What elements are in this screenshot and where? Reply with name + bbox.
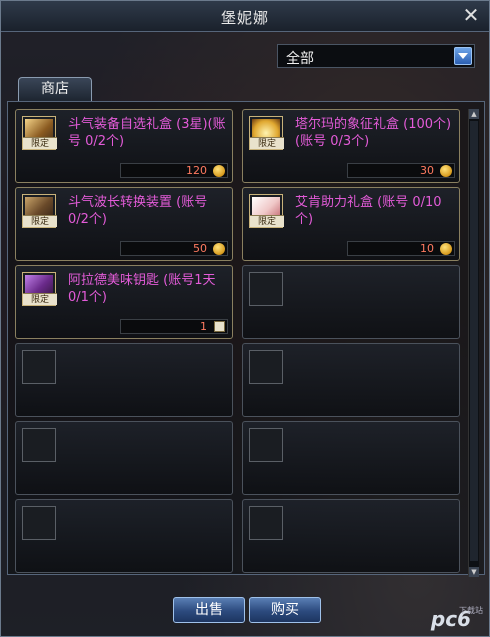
scrollbar[interactable]: ▲ ▼ bbox=[468, 109, 479, 577]
item-icon: 限定 bbox=[22, 272, 57, 306]
key-icon bbox=[214, 321, 225, 332]
limited-badge: 限定 bbox=[23, 293, 57, 305]
price-box: 10 bbox=[347, 241, 455, 256]
empty-icon-frame bbox=[249, 428, 283, 462]
chevron-down-icon[interactable] bbox=[454, 47, 472, 65]
item-name: 斗气装备自选礼盒 (3星)(账号 0/2个) bbox=[68, 117, 226, 149]
item-icon: 限定 bbox=[249, 116, 284, 150]
empty-slot[interactable] bbox=[242, 421, 460, 495]
empty-slot[interactable] bbox=[242, 343, 460, 417]
category-dropdown[interactable]: 全部 bbox=[277, 44, 475, 68]
close-icon[interactable]: ✕ bbox=[461, 5, 481, 26]
limited-badge: 限定 bbox=[23, 137, 57, 149]
item-name: 阿拉德美味钥匙 (账号1天 0/1个) bbox=[68, 273, 216, 305]
item-name: 艾肯助力礼盒 (账号 0/10个) bbox=[295, 195, 442, 227]
empty-icon-frame bbox=[249, 272, 283, 306]
price-box: 1 bbox=[120, 319, 228, 334]
coin-icon bbox=[440, 165, 452, 177]
empty-slot[interactable] bbox=[15, 343, 233, 417]
empty-icon-frame bbox=[249, 350, 283, 384]
limited-badge: 限定 bbox=[250, 137, 284, 149]
coin-icon bbox=[213, 165, 225, 177]
watermark-sub: 下载站 bbox=[459, 606, 483, 615]
window-title: 堡妮娜 bbox=[220, 9, 269, 27]
coin-icon bbox=[213, 243, 225, 255]
shop-item-slot[interactable]: 限定 阿拉德美味钥匙 (账号1天 0/1个) 1 bbox=[15, 265, 233, 339]
empty-icon-frame bbox=[249, 506, 283, 540]
item-name: 塔尔玛的象征礼盒 (100个)(账号 0/3个) bbox=[295, 117, 452, 149]
dropdown-selected-value: 全部 bbox=[286, 51, 314, 67]
empty-slot[interactable] bbox=[15, 421, 233, 495]
empty-slot[interactable] bbox=[242, 499, 460, 573]
item-price: 120 bbox=[186, 164, 207, 177]
scroll-down-icon[interactable]: ▼ bbox=[469, 567, 479, 577]
shop-item-slot[interactable]: 限定 斗气装备自选礼盒 (3星)(账号 0/2个) 120 bbox=[15, 109, 233, 183]
item-icon: 限定 bbox=[22, 194, 57, 228]
shop-item-slot[interactable]: 限定 斗气波长转换装置 (账号 0/2个) 50 bbox=[15, 187, 233, 261]
price-box: 120 bbox=[120, 163, 228, 178]
empty-slot[interactable] bbox=[242, 265, 460, 339]
empty-slot[interactable] bbox=[15, 499, 233, 573]
title-bar[interactable]: 堡妮娜 ✕ bbox=[1, 1, 489, 32]
item-price: 1 bbox=[200, 320, 207, 333]
price-box: 30 bbox=[347, 163, 455, 178]
empty-icon-frame bbox=[22, 506, 56, 540]
price-box: 50 bbox=[120, 241, 228, 256]
empty-icon-frame bbox=[22, 350, 56, 384]
shop-item-slot[interactable]: 限定 塔尔玛的象征礼盒 (100个)(账号 0/3个) 30 bbox=[242, 109, 460, 183]
item-price: 10 bbox=[420, 242, 434, 255]
item-icon: 限定 bbox=[249, 194, 284, 228]
scroll-up-icon[interactable]: ▲ bbox=[469, 109, 479, 119]
item-icon: 限定 bbox=[22, 116, 57, 150]
shop-item-slot[interactable]: 限定 艾肯助力礼盒 (账号 0/10个) 10 bbox=[242, 187, 460, 261]
limited-badge: 限定 bbox=[23, 215, 57, 227]
buy-button[interactable]: 购买 bbox=[249, 597, 321, 623]
scroll-thumb[interactable] bbox=[470, 121, 478, 561]
limited-badge: 限定 bbox=[250, 215, 284, 227]
empty-icon-frame bbox=[22, 428, 56, 462]
item-price: 30 bbox=[420, 164, 434, 177]
tab-shop[interactable]: 商店 bbox=[18, 77, 92, 101]
sell-button[interactable]: 出售 bbox=[173, 597, 245, 623]
shop-window: 堡妮娜 ✕ 全部 商店 限定 斗气装备自选礼盒 (3星)(账号 0/2个) 12… bbox=[0, 0, 490, 637]
coin-icon bbox=[440, 243, 452, 255]
item-name: 斗气波长转换装置 (账号 0/2个) bbox=[68, 195, 208, 227]
item-price: 50 bbox=[193, 242, 207, 255]
